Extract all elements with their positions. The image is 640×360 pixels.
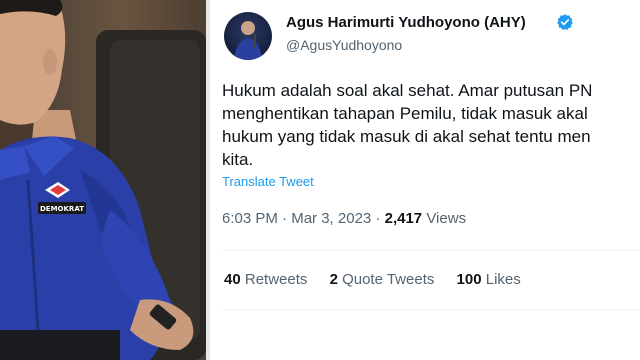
translate-tweet-link[interactable]: Translate Tweet (222, 174, 314, 189)
tweet-line: Hukum adalah soal akal sehat. Amar putus… (222, 81, 593, 100)
likes-count: 100 (456, 271, 482, 288)
quote-tweets-label: Quote Tweets (342, 271, 435, 288)
retweets-label: Retweets (244, 271, 308, 288)
quote-tweets-stat[interactable]: 2 Quote Tweets (330, 271, 435, 288)
tweet-body: Hukum adalah soal akal sehat. Amar putus… (222, 79, 640, 171)
views-label: Views (426, 210, 467, 227)
author-handle[interactable]: @AgusYudhoyono (286, 37, 402, 53)
tweet-time[interactable]: 6:03 PM (222, 210, 278, 227)
tweet-card: Agus Harimurti Yudhoyono (AHY) @AgusYudh… (210, 0, 640, 360)
views-count: 2,417 (384, 210, 423, 227)
likes-stat[interactable]: 100 Likes (457, 271, 521, 288)
verified-badge-icon (557, 14, 573, 30)
tweet-line: kita. (222, 150, 254, 169)
likes-label: Likes (485, 271, 521, 288)
retweets-count: 40 (224, 271, 241, 288)
divider (222, 309, 640, 310)
author-avatar[interactable] (224, 12, 272, 60)
tweet-line: menghentikan tahapan Pemilu, tidak masuk… (222, 104, 588, 123)
author-display-name[interactable]: Agus Harimurti Yudhoyono (AHY) (286, 14, 526, 31)
meta-separator: · (375, 210, 381, 227)
tweet-line: hukum yang tidak masuk di akal sehat ten… (222, 127, 591, 146)
retweets-stat[interactable]: 40 Retweets (224, 271, 307, 288)
profile-photo: DEMOKRAT (0, 0, 206, 360)
tweet-metadata: 6:03 PM · Mar 3, 2023 · 2,417 Views (222, 210, 466, 227)
engagement-stats: 40 Retweets 2 Quote Tweets 100 Likes (224, 271, 539, 288)
badge-text: DEMOKRAT (40, 205, 84, 213)
meta-separator: · (282, 210, 288, 227)
quote-tweets-count: 2 (329, 271, 338, 288)
tweet-date[interactable]: Mar 3, 2023 (291, 210, 371, 227)
divider (222, 250, 640, 251)
photo-illustration: DEMOKRAT (0, 0, 206, 360)
